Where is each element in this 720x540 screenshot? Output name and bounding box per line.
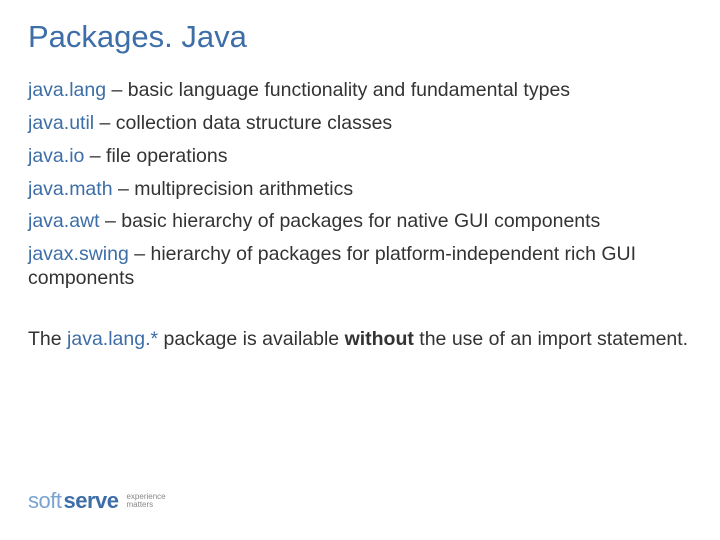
logo-serve: serve — [63, 488, 118, 514]
package-name: java.lang — [28, 79, 106, 101]
spacer — [28, 300, 692, 328]
package-entry: java.lang – basic language functionality… — [28, 79, 692, 103]
package-name: javax.swing — [28, 243, 129, 265]
package-entry: javax.swing – hierarchy of packages for … — [28, 243, 692, 291]
note-pre: The — [28, 328, 67, 350]
note-line: The java.lang.* package is available wit… — [28, 328, 692, 352]
package-entry: java.math – multiprecision arithmetics — [28, 178, 692, 202]
package-desc: – collection data structure classes — [94, 112, 392, 134]
slide-body: java.lang – basic language functionality… — [28, 79, 692, 351]
package-desc: – file operations — [84, 145, 227, 167]
package-entry: java.io – file operations — [28, 145, 692, 169]
note-package: java.lang.* — [67, 328, 158, 350]
package-desc: – basic language functionality and funda… — [106, 79, 570, 101]
note-mid: package is available — [158, 328, 344, 350]
logo-tagline: experience matters — [126, 493, 165, 509]
package-entry: java.awt – basic hierarchy of packages f… — [28, 210, 692, 234]
note-post: the use of an import statement. — [414, 328, 688, 350]
softserve-logo: softserve experience matters — [28, 488, 166, 514]
package-name: java.io — [28, 145, 84, 167]
package-name: java.awt — [28, 210, 100, 232]
package-desc: – multiprecision arithmetics — [113, 178, 354, 200]
note-bold: without — [345, 328, 414, 350]
slide: Packages. Java java.lang – basic languag… — [0, 0, 720, 540]
package-name: java.math — [28, 178, 113, 200]
package-name: java.util — [28, 112, 94, 134]
logo-tag-line2: matters — [126, 501, 165, 509]
slide-title: Packages. Java — [28, 18, 692, 55]
package-entry: java.util – collection data structure cl… — [28, 112, 692, 136]
package-desc: – basic hierarchy of packages for native… — [100, 210, 601, 232]
logo-soft: soft — [28, 488, 61, 514]
